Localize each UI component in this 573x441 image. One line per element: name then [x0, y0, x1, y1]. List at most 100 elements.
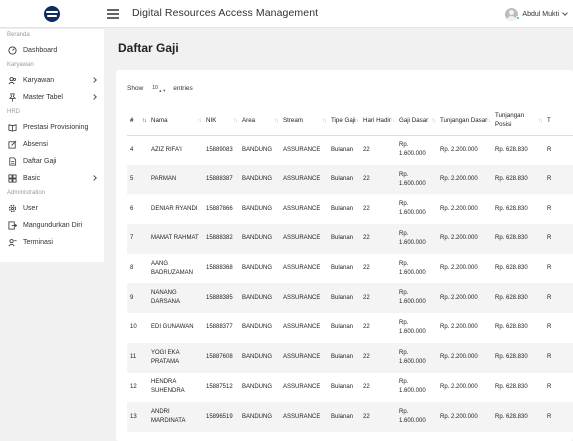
column-header[interactable]: Tunjangan Dasar ↑↓ — [437, 106, 492, 136]
sidebar-section-label: HRD — [7, 109, 20, 115]
users-icon — [8, 76, 17, 85]
column-header[interactable]: Stream ↑↓ — [280, 106, 328, 136]
column-header-label: Stream — [283, 116, 303, 124]
table-cell: Rp. 1.600.000 — [399, 319, 426, 335]
table-cell: 22 — [363, 146, 370, 153]
column-header[interactable]: Area ↑↓ — [239, 106, 280, 136]
table-cell: 8 — [130, 265, 134, 272]
table-cell: Rp. 628.830 — [492, 224, 544, 254]
table-cell: Rp. 1.600.000 — [399, 142, 426, 158]
table-cell: Bulanan — [331, 324, 354, 331]
sidebar-item-mangundurkan-diri[interactable]: Mangundurkan Diri — [0, 217, 104, 234]
table-cell: R — [544, 224, 573, 254]
column-header[interactable]: NIK ↑↓ — [203, 106, 239, 136]
table-cell: 22 — [363, 205, 370, 212]
table-cell: ANDRI MARDINATA — [148, 402, 203, 432]
table-cell: Rp. 2.200.000 — [440, 383, 478, 390]
sidebar-item-prestasi-provisioning[interactable]: Prestasi Provisioning — [0, 119, 104, 136]
sidebar-item-label: Terminasi — [23, 239, 53, 246]
table-cell: Bulanan — [328, 283, 360, 314]
column-header-label: Tipe Gaji — [331, 116, 356, 124]
sidebar-item-label: Master Tabel — [23, 94, 63, 101]
page-length-value: 10 — [152, 85, 158, 91]
column-header[interactable]: Tunjangan Posisi ↑↓ — [492, 106, 544, 136]
chevron-down-icon — [562, 10, 568, 16]
table-cell: 13 — [127, 402, 148, 432]
table-cell: 15896519 — [203, 402, 239, 432]
table-cell: R — [544, 283, 573, 314]
table-cell: HENDRA SUHENDRA — [151, 379, 185, 395]
table-cell: ASSURANCE — [283, 265, 321, 272]
table-cell: Rp. 1.600.000 — [396, 342, 437, 373]
table-cell: Rp. 2.200.000 — [437, 164, 492, 195]
app-logo[interactable] — [44, 6, 60, 22]
table-cell: 15889083 — [206, 146, 233, 153]
page-title: Daftar Gaji — [118, 41, 179, 55]
user-menu[interactable]: Abdul Mukti — [505, 6, 568, 22]
sidebar-item-dashboard[interactable]: Dashboard — [0, 42, 104, 59]
select-caret-icon: ▲▼ — [158, 88, 167, 93]
table-cell: R — [547, 146, 552, 153]
table-cell: PARMAN — [148, 164, 203, 195]
sidebar-item-master-tabel[interactable]: Master Tabel — [0, 89, 104, 106]
table-cell: Bulanan — [328, 164, 360, 195]
menu-toggle-icon[interactable] — [107, 9, 119, 19]
table-cell: AANG BADRUZAMAN — [151, 260, 194, 276]
sidebar-item-absensi[interactable]: Absensi — [0, 136, 104, 153]
sidebar: Beranda Dashboard Karyawan Karyawan Master T… — [0, 29, 104, 262]
salary-table: # ↑↓ Nama ↑↓ NIK ↑↓ Area ↑↓ Stream ↑↓ Tipe Gaji ↑↓ H… — [127, 106, 573, 432]
edit-icon — [8, 140, 17, 149]
column-header[interactable]: Hari Hadir ↑↓ — [360, 106, 396, 136]
table-cell: Rp. 2.200.000 — [437, 342, 492, 373]
table-cell: 22 — [360, 283, 396, 314]
exit-icon — [8, 221, 17, 230]
sidebar-item-user[interactable]: User — [0, 200, 104, 217]
table-cell: 4 — [130, 146, 134, 153]
table-cell: BANDUNG — [242, 383, 273, 390]
page-length-select[interactable]: 10 ▲▼ — [147, 82, 170, 94]
table-cell: R — [544, 342, 573, 373]
table-cell: BANDUNG — [239, 224, 280, 254]
table-cell: ASSURANCE — [280, 342, 328, 373]
table-cell: Rp. 1.600.000 — [396, 402, 437, 432]
sort-icon: ↑↓ — [431, 118, 436, 124]
column-header-label: NIK — [206, 116, 217, 124]
document-icon — [8, 157, 17, 166]
table-header-row: # ↑↓ Nama ↑↓ NIK ↑↓ Area ↑↓ Stream ↑↓ Tipe Gaji ↑↓ H… — [127, 106, 573, 136]
column-header[interactable]: Nama ↑↓ — [148, 106, 203, 136]
column-header[interactable]: Gaji Dasar ↑↓ — [396, 106, 437, 136]
sidebar-item-basic[interactable]: Basic — [0, 170, 104, 187]
column-header[interactable]: T↑↓ — [544, 106, 573, 136]
page-length-control: Show 10 ▲▼ entries — [127, 82, 193, 94]
column-header-label: T — [547, 116, 551, 124]
table-cell: R — [544, 402, 573, 432]
table-cell: ASSURANCE — [280, 164, 328, 195]
sidebar-item-label: Daftar Gaji — [23, 158, 57, 165]
table-cell: BANDUNG — [242, 324, 273, 331]
column-header[interactable]: Tipe Gaji ↑↓ — [328, 106, 360, 136]
column-header[interactable]: # ↑↓ — [127, 106, 148, 136]
sidebar-item-terminasi[interactable]: Terminasi — [0, 234, 104, 251]
table-body: 4 AZIZ RIFA'I 15889083 BANDUNG ASSURANCE Bula… — [127, 135, 573, 432]
sort-icon: ↑↓ — [486, 118, 491, 124]
chevron-right-icon — [91, 77, 97, 83]
table-cell: R — [547, 383, 552, 390]
table-cell: 22 — [360, 164, 396, 195]
sidebar-item-karyawan[interactable]: Karyawan — [0, 72, 104, 89]
table-cell: 15887512 — [206, 383, 233, 390]
app-title: Digital Resources Access Management — [132, 7, 319, 19]
sidebar-item-daftar-gaji[interactable]: Daftar Gaji — [0, 153, 104, 170]
sort-icon: ↑↓ — [142, 118, 147, 124]
table-cell: Rp. 2.200.000 — [437, 283, 492, 314]
column-header-label: Area — [242, 116, 256, 124]
table-cell: 22 — [363, 265, 370, 272]
table-cell: ASSURANCE — [283, 205, 321, 212]
table-cell: Rp. 2.200.000 — [437, 402, 492, 432]
table-cell: Rp. 628.830 — [492, 402, 544, 432]
table-row: 9 NANANG DARSANA 15888385 BANDUNG ASSURANCE B… — [127, 283, 573, 314]
table-cell: R — [544, 164, 573, 195]
table-cell: DENIAR RYANDI — [151, 205, 198, 212]
table-row: 8 AANG BADRUZAMAN 15888368 BANDUNG ASSURANCE… — [127, 254, 573, 284]
table-cell: Rp. 628.830 — [495, 383, 528, 390]
table-cell: 7 — [127, 224, 148, 254]
